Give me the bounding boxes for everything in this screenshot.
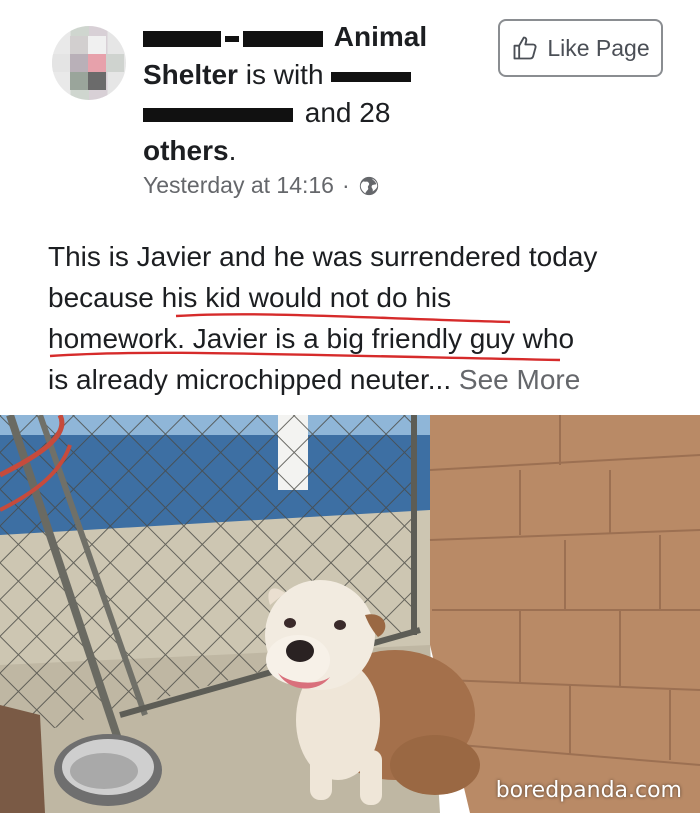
post-header: Animal Shelter is with and 28 others. Ye… bbox=[0, 0, 700, 410]
watermark: boredpanda.com bbox=[495, 778, 682, 803]
dog-kennel-photo bbox=[0, 415, 700, 813]
post-photo[interactable]: boredpanda.com bbox=[0, 415, 700, 813]
red-underline-annotation bbox=[49, 313, 561, 362]
